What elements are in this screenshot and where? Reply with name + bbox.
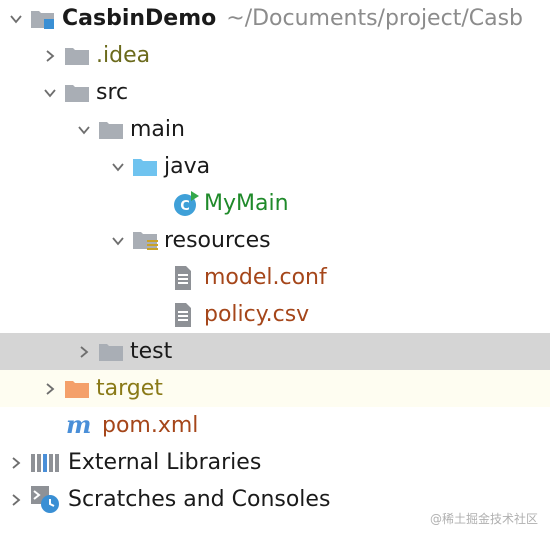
- excluded-folder-icon: [64, 370, 94, 407]
- tree-label-mymain: MyMain: [204, 191, 289, 216]
- project-tree: CasbinDemo ~/Documents/project/Casb .ide…: [0, 0, 550, 539]
- tree-row-idea[interactable]: .idea: [0, 37, 550, 74]
- tree-row-policy-csv[interactable]: policy.csv: [0, 296, 550, 333]
- chevron-down-icon[interactable]: [70, 111, 98, 148]
- resources-folder-icon: [132, 222, 162, 259]
- tree-label-target: target: [96, 376, 163, 401]
- tree-row-resources[interactable]: resources: [0, 222, 550, 259]
- chevron-right-icon[interactable]: [2, 444, 30, 481]
- project-name: CasbinDemo: [62, 6, 217, 31]
- watermark: @稀土掘金技术社区: [429, 512, 538, 526]
- tree-label-external-libraries: External Libraries: [68, 450, 262, 475]
- folder-icon: [64, 37, 94, 74]
- chevron-right-icon[interactable]: [36, 37, 64, 74]
- source-folder-icon: [132, 148, 162, 185]
- tree-label-idea: .idea: [96, 43, 151, 68]
- svg-text:C: C: [180, 199, 190, 214]
- tree-row-model-conf[interactable]: model.conf: [0, 259, 550, 296]
- svg-text:m: m: [66, 414, 91, 438]
- tree-label-java: java: [164, 154, 211, 179]
- tree-label-model-conf: model.conf: [204, 265, 327, 290]
- scratches-icon: [30, 481, 66, 518]
- tree-row-mymain[interactable]: C MyMain: [0, 185, 550, 222]
- tree-row-main[interactable]: main: [0, 111, 550, 148]
- tree-row-external-libraries[interactable]: External Libraries: [0, 444, 550, 481]
- tree-row-pom-xml[interactable]: m pom.xml: [0, 407, 550, 444]
- chevron-down-icon[interactable]: [36, 74, 64, 111]
- chevron-down-icon[interactable]: [2, 0, 30, 37]
- java-class-icon: C: [172, 185, 202, 222]
- project-path: ~/Documents/project/Casb: [226, 6, 523, 31]
- libraries-icon: [30, 444, 66, 481]
- chevron-right-icon[interactable]: [2, 481, 30, 518]
- tree-label-scratches: Scratches and Consoles: [68, 487, 331, 512]
- text-file-icon: [172, 296, 202, 333]
- tree-label-pom-xml: pom.xml: [102, 413, 199, 438]
- folder-icon: [98, 333, 128, 370]
- module-folder-icon: [30, 0, 60, 37]
- tree-row-test[interactable]: test: [0, 333, 550, 370]
- tree-row-target[interactable]: target: [0, 370, 550, 407]
- tree-label-src: src: [96, 80, 129, 105]
- chevron-down-icon[interactable]: [104, 148, 132, 185]
- maven-icon: m: [64, 407, 100, 444]
- tree-label-test: test: [130, 339, 173, 364]
- tree-row-project-root[interactable]: CasbinDemo ~/Documents/project/Casb: [0, 0, 550, 37]
- tree-row-java[interactable]: java: [0, 148, 550, 185]
- chevron-right-icon[interactable]: [36, 370, 64, 407]
- folder-icon: [64, 74, 94, 111]
- tree-row-src[interactable]: src: [0, 74, 550, 111]
- text-file-icon: [172, 259, 202, 296]
- chevron-down-icon[interactable]: [104, 222, 132, 259]
- tree-label-policy-csv: policy.csv: [204, 302, 310, 327]
- tree-label-main: main: [130, 117, 185, 142]
- chevron-right-icon[interactable]: [70, 333, 98, 370]
- folder-icon: [98, 111, 128, 148]
- tree-label-resources: resources: [164, 228, 271, 253]
